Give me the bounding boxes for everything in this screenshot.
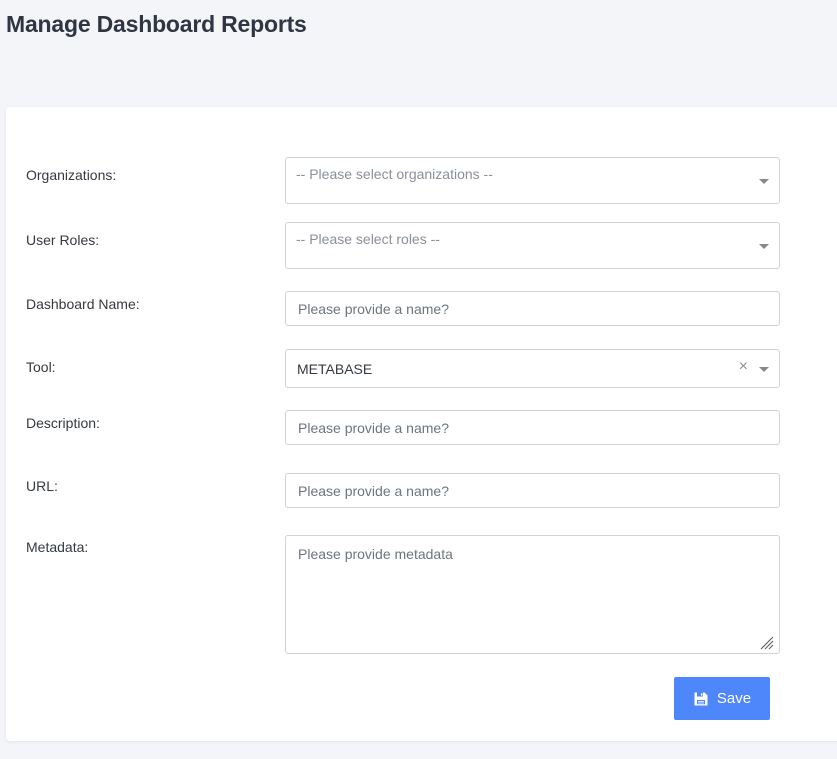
url-label: URL:: [26, 478, 58, 494]
page-title: Manage Dashboard Reports: [6, 11, 307, 37]
user-roles-placeholder: -- Please select roles --: [296, 231, 440, 247]
metadata-label: Metadata:: [26, 539, 89, 555]
chevron-down-icon: [759, 367, 769, 372]
url-input[interactable]: [285, 473, 780, 508]
tool-selected-value: METABASE: [297, 361, 373, 377]
description-input[interactable]: [285, 410, 780, 445]
close-icon[interactable]: ×: [739, 358, 748, 376]
form-card: Organizations: -- Please select organiza…: [6, 107, 837, 741]
resize-handle-icon[interactable]: [758, 634, 774, 650]
metadata-textarea[interactable]: [285, 535, 780, 654]
tool-select[interactable]: METABASE ×: [285, 349, 780, 388]
description-label: Description:: [26, 415, 100, 431]
chevron-down-icon: [759, 179, 769, 184]
user-roles-select[interactable]: -- Please select roles --: [285, 222, 780, 269]
save-label: Save: [716, 690, 752, 707]
organizations-select[interactable]: -- Please select organizations --: [285, 157, 780, 204]
user-roles-label: User Roles:: [26, 232, 100, 248]
organizations-label: Organizations:: [26, 167, 117, 183]
save-button[interactable]: Save: [674, 677, 770, 720]
chevron-down-icon: [759, 244, 769, 249]
dashboard-name-label: Dashboard Name:: [26, 296, 140, 312]
dashboard-name-input[interactable]: [285, 291, 780, 326]
floppy-disk-icon: [694, 692, 708, 705]
organizations-placeholder: -- Please select organizations --: [296, 166, 493, 182]
tool-label: Tool:: [26, 359, 56, 375]
